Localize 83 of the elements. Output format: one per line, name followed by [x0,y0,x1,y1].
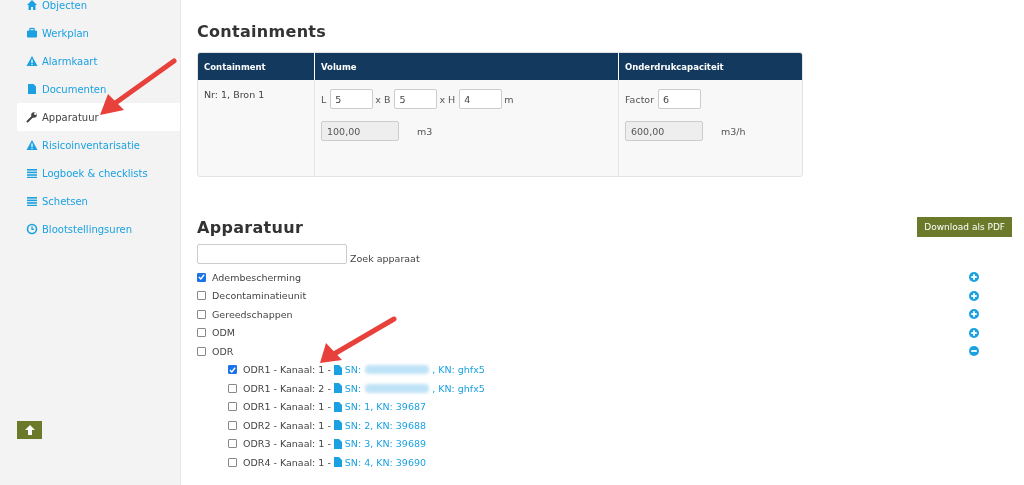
search-label: Zoek apparaat [350,253,420,264]
device-link[interactable]: SN: 3, KN: 39689 [333,438,427,450]
column-header: Containment [198,53,315,81]
number-field[interactable]: 5 [330,89,374,109]
field-label: L [321,93,327,105]
checkbox[interactable] [197,272,206,282]
number-field[interactable]: 4 [459,89,503,109]
file-icon [333,420,342,431]
checkbox[interactable] [197,309,206,319]
list-icon [26,167,38,179]
field-label: m3 [417,125,433,137]
group-label: Adembescherming [212,271,302,283]
nav-item[interactable]: Documenten [17,75,180,103]
list-icon [26,195,38,207]
checkbox[interactable] [197,328,206,338]
device-link[interactable]: SN: , KN: ghfx5 [333,364,485,376]
search-field[interactable] [197,244,347,264]
group-label: Gereedschappen [212,308,293,320]
file-icon [333,457,342,468]
nav-item[interactable]: Risicoinventarisatie [17,131,180,159]
file-icon [333,401,342,412]
expand-icon[interactable] [969,309,979,320]
clock-icon [26,223,38,235]
device-link[interactable]: SN: 4, KN: 39690 [333,456,427,468]
nav-item[interactable]: Apparatuur [17,103,180,131]
redacted-text [365,365,430,375]
field-label: x H [439,93,456,105]
file-icon [333,383,342,394]
section-heading: Containments [197,22,328,41]
arrow-up-icon [24,425,35,435]
checkbox[interactable] [197,291,206,301]
nav-item[interactable]: Werkplan [17,19,180,47]
field-label: m3/h [721,125,746,137]
checkbox[interactable] [228,383,237,393]
checkbox[interactable] [228,365,237,375]
scroll-top-button[interactable] [17,421,42,439]
file-icon [333,364,342,375]
number-field[interactable]: 6 [658,89,702,109]
warning-icon [26,55,38,67]
calculated-field[interactable]: 600,00 [625,121,703,141]
wrench-icon [26,111,38,123]
group-label: ODR [212,345,234,357]
expand-icon[interactable] [969,327,979,338]
nav-item[interactable]: Alarmkaart [17,47,180,75]
table-cell: Nr: 1, Bron 1 [198,80,315,176]
field-label: m [504,93,514,105]
item-label: ODR1 - Kanaal: 1 - [243,364,331,376]
checkbox[interactable] [228,439,237,449]
collapse-icon[interactable] [969,346,979,357]
file-icon [26,83,38,95]
expand-icon[interactable] [969,290,979,301]
item-label: ODR2 - Kanaal: 1 - [243,419,331,431]
nav-item[interactable]: Logboek & checklists [17,159,180,187]
item-label: ODR1 - Kanaal: 2 - [243,382,331,394]
field-label: Factor [625,93,655,105]
checkbox[interactable] [228,402,237,412]
nav-item[interactable]: Objecten [17,0,180,19]
item-label: ODR4 - Kanaal: 1 - [243,456,331,468]
checkbox[interactable] [228,420,237,430]
nav-item[interactable]: Schetsen [17,187,180,215]
column-header: Volume [315,53,619,81]
group-label: Decontaminatieunit [212,290,307,302]
warning-icon [26,139,38,151]
column-header: Onderdrukcapaciteit [624,61,725,74]
checkbox[interactable] [228,457,237,467]
item-label: ODR3 - Kanaal: 1 - [243,438,331,450]
checkbox[interactable] [197,346,206,356]
device-link[interactable]: SN: , KN: ghfx5 [333,382,485,394]
group-label: ODM [212,327,235,339]
item-label: ODR1 - Kanaal: 1 - [243,401,331,413]
briefcase-icon [26,27,38,39]
expand-icon[interactable] [969,272,979,283]
device-link[interactable]: SN: 1, KN: 39687 [333,401,427,413]
download-pdf-button[interactable]: Download als PDF [917,217,1012,237]
home-icon [26,0,38,11]
number-field[interactable]: 5 [394,89,438,109]
device-link[interactable]: SN: 2, KN: 39688 [333,419,427,431]
redacted-text [365,383,430,393]
calculated-field[interactable]: 100,00 [321,121,399,141]
nav-item[interactable]: Blootstellingsuren [17,215,180,243]
field-label: x B [375,93,391,105]
section-heading: Apparatuur [197,217,304,237]
file-icon [333,438,342,449]
